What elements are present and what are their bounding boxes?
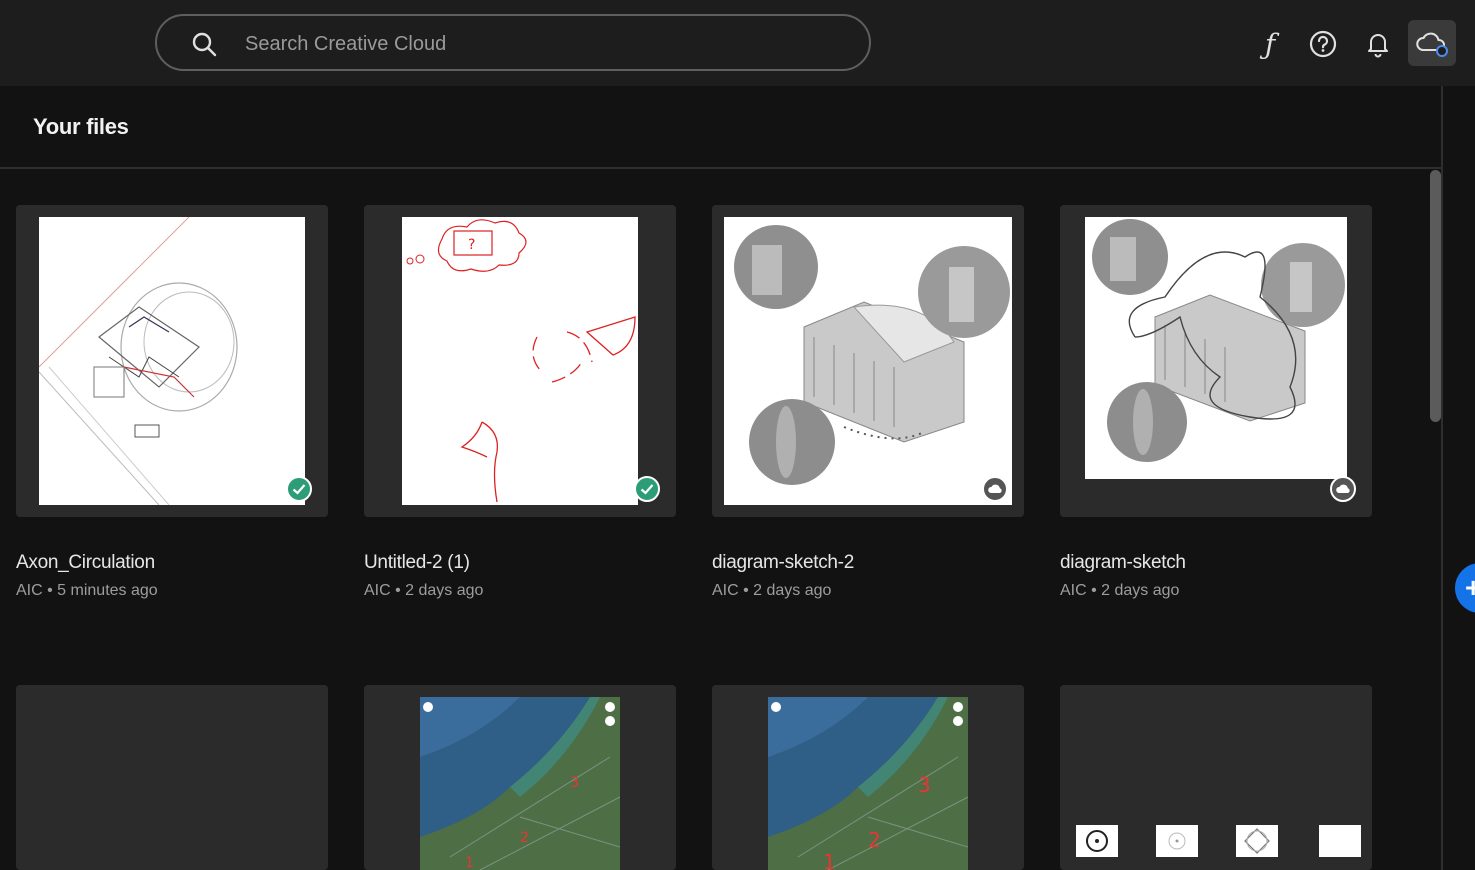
cloud-sync-icon — [1416, 32, 1448, 57]
map-image: 3 2 1 — [420, 697, 620, 870]
search-icon — [192, 32, 217, 57]
thumbnail-tile — [1236, 825, 1278, 857]
file-card-untitled-2[interactable]: ? — [364, 205, 676, 517]
file-thumbnail — [39, 217, 305, 505]
file-name[interactable]: diagram-sketch-2 — [712, 552, 854, 574]
file-name[interactable]: Untitled-2 (1) — [364, 552, 470, 574]
help-icon — [1309, 30, 1337, 58]
help-button[interactable] — [1303, 22, 1343, 66]
svg-text:3: 3 — [570, 775, 579, 791]
file-meta: AIC • 2 days ago — [712, 582, 832, 599]
file-card-axon-circulation[interactable] — [16, 205, 328, 517]
thumbnail-tile — [1319, 825, 1361, 857]
file-name[interactable]: Axon_Circulation — [16, 552, 155, 574]
file-thumbnail: ? — [402, 217, 638, 505]
thumbnail-tile — [1156, 825, 1198, 857]
svg-text:1: 1 — [465, 855, 474, 870]
file-card[interactable] — [16, 685, 328, 870]
file-card[interactable] — [1060, 685, 1372, 870]
synced-status-icon — [634, 476, 660, 502]
svg-text:1: 1 — [823, 850, 836, 870]
svg-text:2: 2 — [868, 828, 881, 852]
plus-icon: + — [1465, 572, 1475, 603]
map-thumbnail: 3 2 1 — [768, 697, 968, 870]
page-title: Your files — [33, 114, 129, 139]
map-image: 3 2 1 — [768, 697, 968, 870]
search-box[interactable] — [155, 14, 871, 71]
map-thumbnail: 3 2 1 — [420, 697, 620, 870]
diagram-thumbnail — [734, 225, 1010, 485]
diagram-thumbnail — [1092, 219, 1345, 462]
fonts-button[interactable]: ƒ — [1250, 22, 1290, 66]
cloud-status-icon — [1330, 476, 1356, 502]
file-card-diagram-sketch[interactable] — [1060, 205, 1372, 517]
synced-status-icon — [286, 476, 312, 502]
axon-drawing-thumbnail — [39, 217, 238, 505]
svg-text:?: ? — [468, 237, 475, 253]
add-button[interactable]: + — [1455, 563, 1475, 613]
file-card-diagram-sketch-2[interactable] — [712, 205, 1024, 517]
file-meta: AIC • 2 days ago — [364, 582, 484, 599]
scrollbar-thumb[interactable] — [1430, 170, 1441, 422]
file-name[interactable]: diagram-sketch — [1060, 552, 1186, 574]
fonts-icon: ƒ — [1264, 27, 1276, 61]
cloud-sync-button[interactable] — [1408, 20, 1456, 66]
file-meta: AIC • 2 days ago — [1060, 582, 1180, 599]
thumbnail-tile — [1076, 825, 1118, 857]
cloud-status-icon — [982, 476, 1008, 502]
file-card[interactable]: 3 2 1 — [712, 685, 1024, 870]
svg-text:3: 3 — [918, 773, 931, 797]
file-meta: AIC • 5 minutes ago — [16, 582, 158, 599]
files-header: Your files — [0, 86, 1441, 169]
search-input[interactable] — [243, 28, 847, 60]
file-thumbnail — [724, 217, 1012, 505]
top-bar: ƒ — [0, 0, 1475, 86]
file-thumbnail — [1085, 217, 1347, 479]
notifications-button[interactable] — [1358, 22, 1398, 66]
file-card[interactable]: 3 2 1 — [364, 685, 676, 870]
svg-text:2: 2 — [520, 830, 529, 846]
notifications-bell-icon — [1368, 34, 1388, 58]
sketch-thumbnail: ? — [406, 219, 636, 503]
